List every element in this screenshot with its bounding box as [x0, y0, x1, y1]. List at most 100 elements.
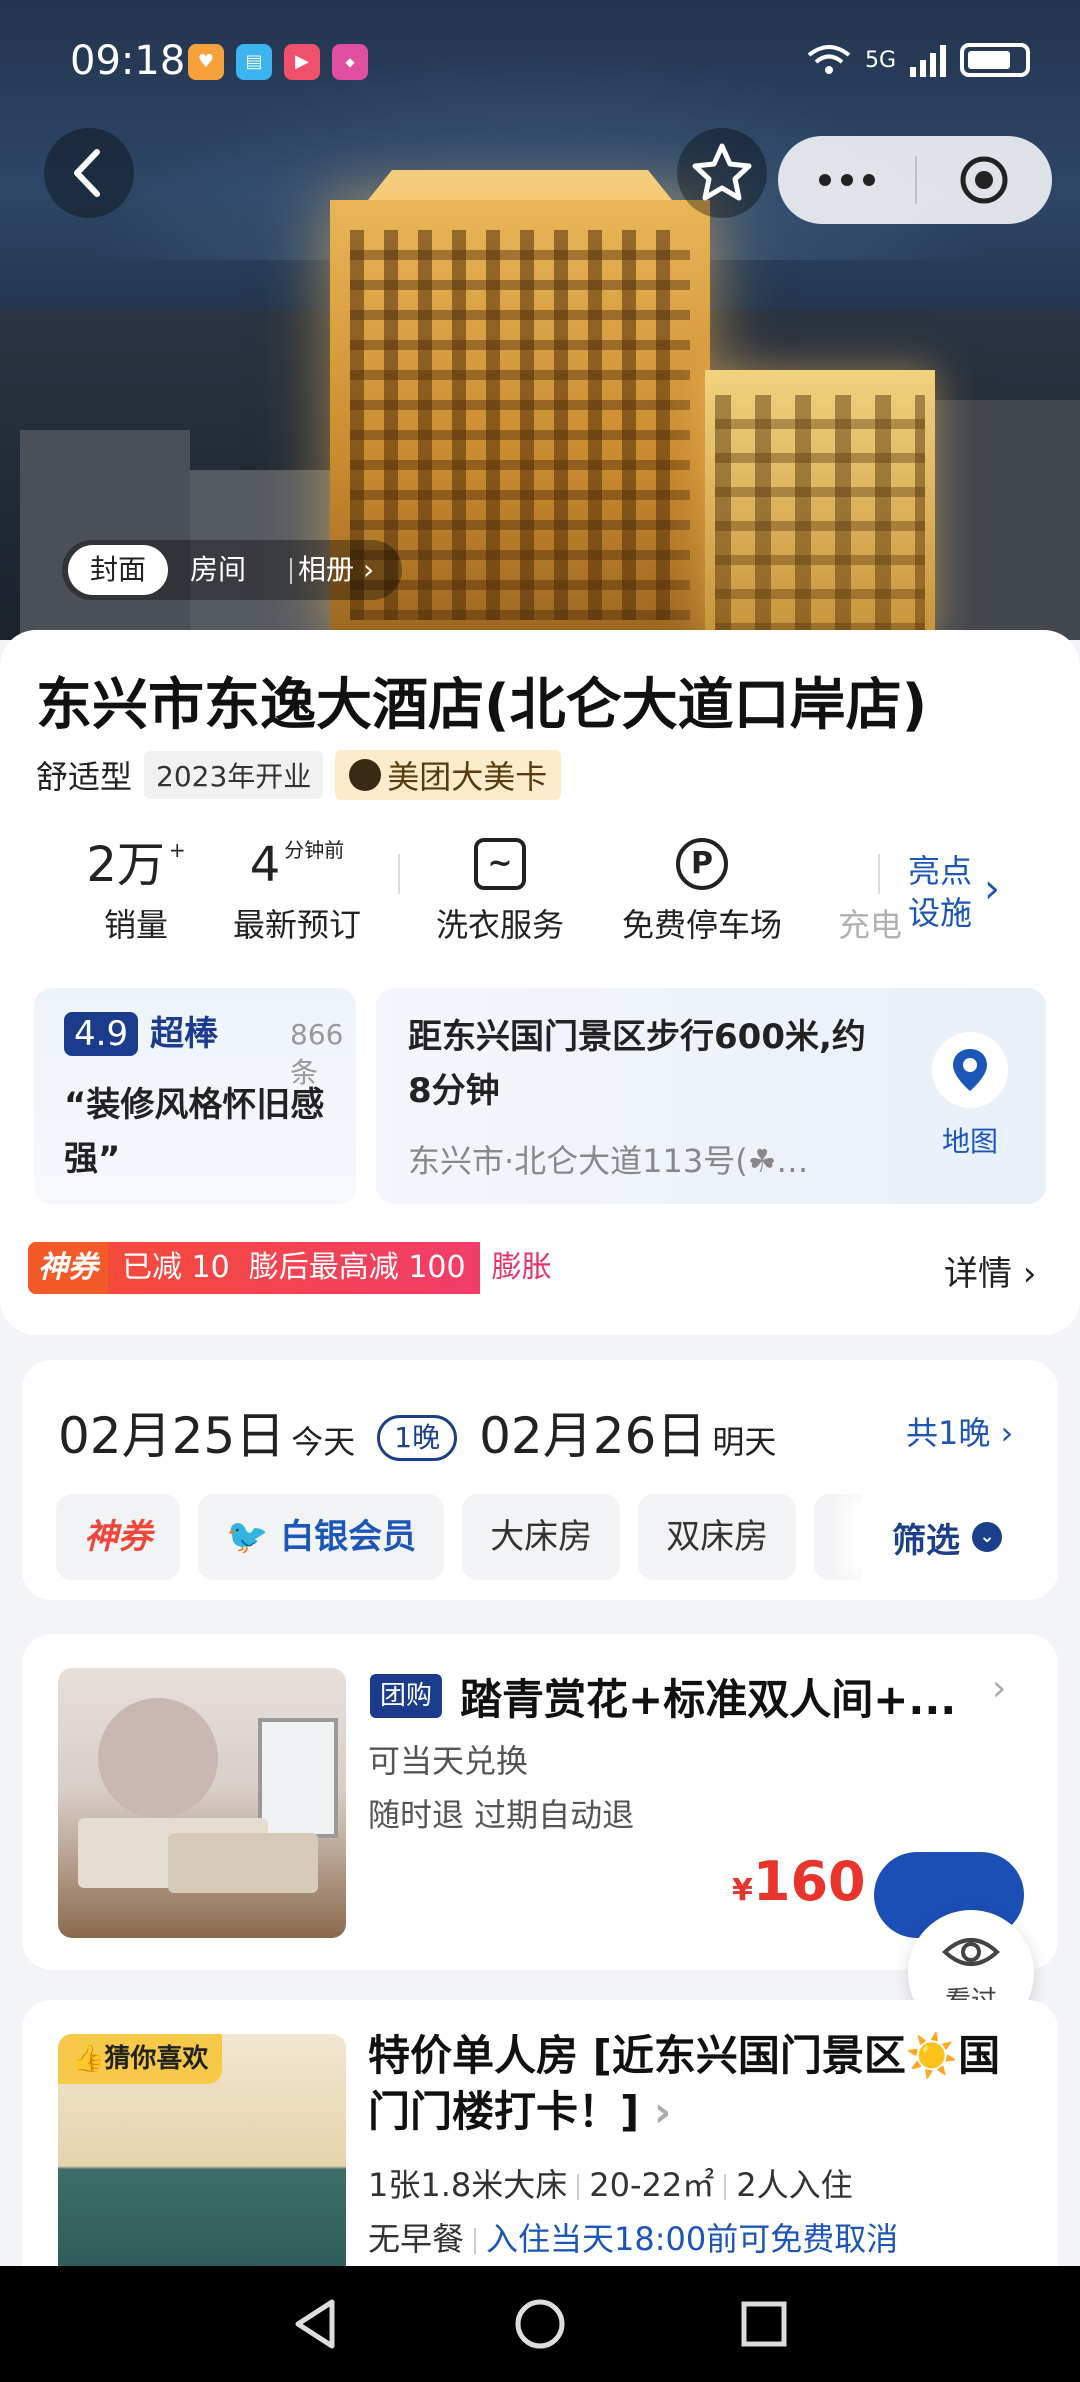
chip-silver-label: 白银会员	[280, 1517, 417, 1557]
home-circle-icon[interactable]	[512, 2296, 568, 2352]
facility-laundry[interactable]: ~ 洗衣服务	[420, 830, 580, 946]
chevron-right-icon: ›	[1022, 1254, 1037, 1294]
annex-windows	[715, 395, 925, 635]
chip-silver-member[interactable]: 🐦 白银会员	[198, 1494, 445, 1580]
checkout-date: 02月26日	[479, 1407, 707, 1465]
notification-icon: ▶	[284, 44, 320, 80]
spec-people: 2人入住	[736, 2166, 853, 2204]
favorite-button[interactable]	[677, 128, 767, 218]
highlight-line2: 设施	[908, 894, 973, 932]
network-label: 5G	[864, 47, 896, 73]
hotel-tags: 舒适型 2023年开业 美团大美卡	[36, 750, 562, 800]
recent-label: 最新预订	[232, 906, 361, 944]
status-time: 09:18	[70, 38, 186, 84]
room-card[interactable]: 团购 踏青赏花+标准双人间+... › 可当天兑换 随时退 过期自动退 ¥160	[22, 1634, 1058, 1970]
checkin-date: 02月25日	[58, 1407, 286, 1465]
total-nights-link[interactable]: 共1晚 ›	[906, 1408, 1013, 1454]
spec-bed: 1张1.8米大床	[368, 2166, 568, 2204]
facility-charging[interactable]: 充电	[830, 830, 910, 946]
review-card[interactable]: 4.9 超棒 866条 “装修风格怀旧感强”	[34, 988, 356, 1204]
room-image[interactable]	[58, 1668, 346, 1938]
star-icon	[692, 143, 752, 201]
hero-image[interactable]: 09:18 ♥ ▤ ▶ ◆ 5G 封面 房间 相册 ›	[0, 0, 1080, 640]
coupon-tag: 神券	[28, 1242, 108, 1294]
sales-number: 2万	[86, 837, 165, 893]
map-label: 地图	[941, 1125, 998, 1158]
room-title: 特价单人房 [近东兴国门景区☀️国门门楼打卡！] ›	[368, 2028, 1008, 2140]
currency: ¥	[732, 1873, 753, 1908]
stat-recent-booking: 4 分钟前 最新预订	[222, 830, 372, 946]
chip-king-bed[interactable]: 大床房	[462, 1494, 621, 1580]
status-bar: 09:18 ♥ ▤ ▶ ◆ 5G	[0, 0, 1080, 110]
decor	[258, 1718, 338, 1838]
status-icons: 5G	[807, 40, 1030, 80]
chip-god-coupon[interactable]: 神券	[56, 1494, 180, 1580]
tab-album-label: 相册	[298, 553, 355, 586]
coupon-expand[interactable]: 膨胀	[479, 1245, 564, 1291]
facility-parking[interactable]: P 免费停车场	[612, 830, 792, 946]
hotel-name: 东兴市东逸大酒店(北仑大道口岸店)	[36, 673, 928, 738]
close-miniapp-button[interactable]	[915, 136, 1052, 224]
notification-icon: ◆	[332, 44, 368, 80]
decor	[98, 1698, 218, 1818]
hotel-type: 舒适型	[36, 758, 133, 796]
stat-sales: 2万 + 销量	[66, 830, 206, 946]
parking-label: 免费停车场	[621, 906, 782, 944]
meituan-card-label: 美团大美卡	[387, 758, 548, 796]
chip-twin-bed[interactable]: 双床房	[638, 1494, 797, 1580]
price-amount: 160	[752, 1850, 866, 1913]
building	[20, 430, 190, 640]
charging-label: 充电	[837, 906, 902, 944]
parking-icon: P	[676, 838, 728, 890]
spec-area: 20-22㎡	[589, 2166, 715, 2204]
coupon-detail-link[interactable]: 详情 ›	[944, 1246, 1036, 1295]
battery-icon	[960, 43, 1030, 77]
target-icon	[960, 156, 1007, 204]
tab-album[interactable]: 相册 ›	[268, 545, 396, 595]
miniapp-capsule	[778, 136, 1052, 224]
notification-icon: ♥	[188, 44, 224, 80]
filter-button[interactable]: 筛选 ⌄	[862, 1494, 1058, 1580]
filter-chips: 神券 🐦 白银会员 大床房 双床房	[56, 1494, 895, 1580]
eye-icon	[942, 1938, 1000, 1966]
group-buy-badge: 团购	[370, 1674, 443, 1718]
location-card[interactable]: 距东兴国门景区步行600米,约8分钟 东兴市·北仑大道113号(☘… 地图	[376, 988, 1046, 1204]
chevron-left-icon	[74, 149, 100, 197]
checkout-sub: 明天	[712, 1423, 777, 1461]
chevron-right-icon: ›	[992, 1668, 1007, 1709]
building	[930, 400, 1080, 640]
laundry-icon: ~	[474, 838, 526, 890]
highlight-facilities-button[interactable]: 亮点 设施 ›	[908, 850, 1038, 934]
room-title: 踏青赏花+标准双人间+...	[460, 1675, 957, 1724]
date-range[interactable]: 02月25日 今天 1晚 02月26日 明天	[58, 1396, 776, 1468]
tab-cover[interactable]: 封面	[68, 545, 169, 595]
coupon-banner[interactable]: 神券 已减 10 膨后最高减 100 膨胀	[28, 1242, 567, 1294]
gallery-tabs: 封面 房间 相册 ›	[62, 540, 403, 600]
more-button[interactable]	[778, 136, 915, 224]
room-exchange: 可当天兑换	[368, 1742, 529, 1780]
facilities-row: 2万 + 销量 4 分钟前 最新预订 ~ 洗衣服务 P 免费停车场 充电 亮点 …	[0, 830, 1080, 960]
chevron-right-icon: ›	[984, 866, 1000, 912]
tab-rooms[interactable]: 房间	[168, 545, 268, 595]
recent-number: 4	[249, 837, 281, 893]
coupon-text: 已减 10 膨后最高减 100	[108, 1242, 480, 1294]
meituan-card-icon	[349, 759, 382, 791]
chevron-right-icon: ›	[362, 553, 375, 586]
recents-square-icon[interactable]	[736, 2296, 792, 2352]
divider	[398, 854, 400, 894]
room-title-text: 特价单人房 [近东兴国门景区☀️国门门楼打卡！]	[368, 2031, 1001, 2136]
location-description: 距东兴国门景区步行600米,约8分钟	[408, 1017, 866, 1111]
chevron-down-icon: ⌄	[972, 1522, 1002, 1552]
divider	[724, 2174, 727, 2200]
laundry-label: 洗衣服务	[435, 906, 564, 944]
map-button[interactable]: 地图	[922, 1032, 1018, 1160]
divider	[474, 2228, 477, 2254]
meituan-card-tag[interactable]: 美团大美卡	[335, 750, 562, 800]
total-label: 共1晚	[906, 1414, 991, 1452]
highlight-line1: 亮点	[908, 852, 973, 890]
room-policy: 无早餐 入住当天18:00前可免费取消	[368, 2214, 898, 2260]
checkin-sub: 今天	[291, 1423, 356, 1461]
back-button[interactable]	[44, 128, 134, 218]
recent-suffix: 分钟前	[284, 838, 345, 862]
back-triangle-icon[interactable]	[288, 2296, 344, 2352]
